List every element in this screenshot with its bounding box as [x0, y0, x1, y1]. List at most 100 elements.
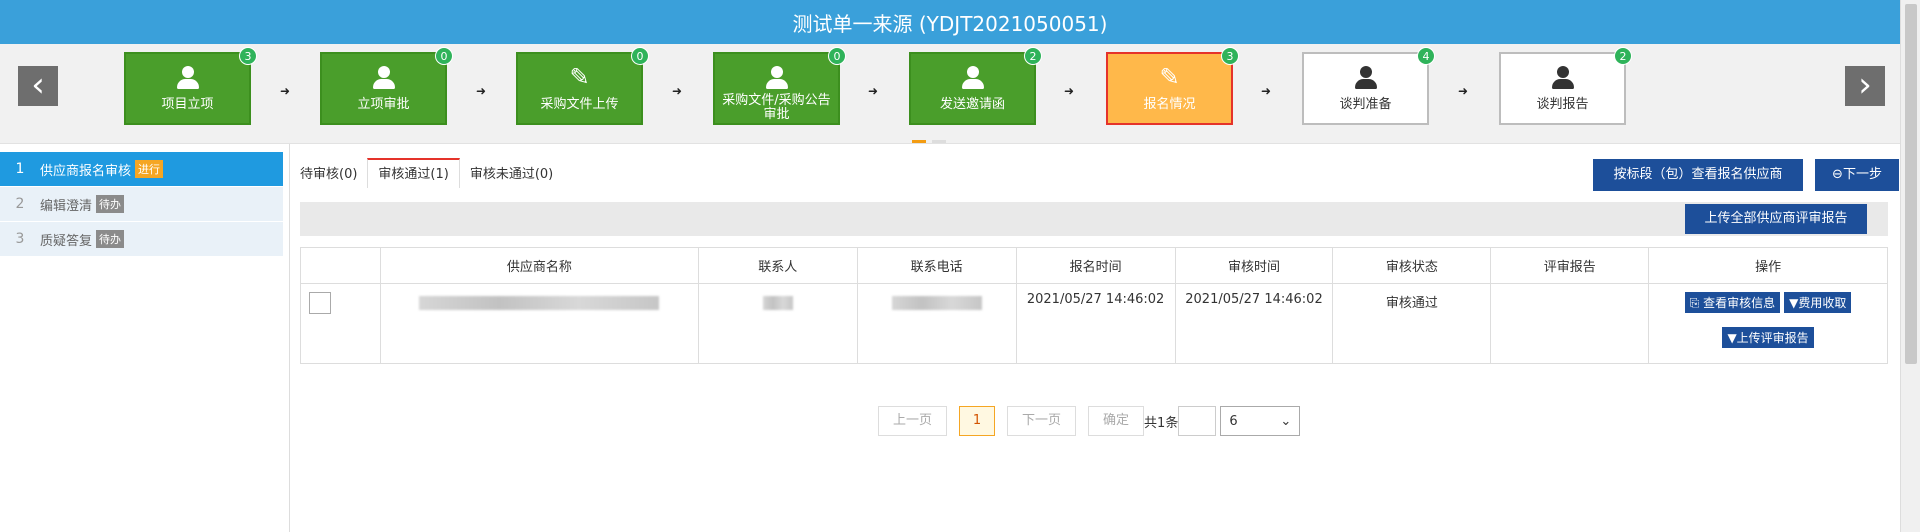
- sidebar: 1 供应商报名审核 进行 2 编辑澄清 待办 3 质疑答复 待办: [0, 152, 283, 257]
- count-badge: 3: [1221, 47, 1239, 65]
- view-by-section-button[interactable]: 按标段（包）查看报名供应商: [1593, 159, 1803, 191]
- step-doc-approval[interactable]: 采购文件/采购公告审批 0: [713, 47, 846, 125]
- redacted-phone: [891, 296, 982, 310]
- col-header-report: 评审报告: [1490, 247, 1650, 284]
- page-size-select[interactable]: 6 ⌄: [1220, 406, 1301, 436]
- page-number-input[interactable]: [1178, 406, 1217, 436]
- redacted-supplier-name: [419, 296, 660, 310]
- tab-approved[interactable]: 审核通过(1): [367, 158, 460, 188]
- supplier-table: 供应商名称 联系人 联系电话 报名时间 审核时间 审核状态 评审报告 操作 20…: [300, 247, 1888, 364]
- filter-icon: ▼: [1789, 296, 1799, 310]
- arrow-right-icon: ➜: [1261, 84, 1272, 98]
- count-badge: 0: [828, 47, 846, 65]
- step-label: 报名情况: [1143, 97, 1196, 112]
- upload-all-reports-button[interactable]: 上传全部供应商评审报告: [1685, 204, 1867, 234]
- sidebar-item-clarification[interactable]: 2 编辑澄清 待办: [0, 187, 283, 222]
- main-content: 待审核(0) 审核通过(1) 审核未通过(0) 按标段（包）查看报名供应商 ⊖下…: [289, 144, 1900, 532]
- step-label: 谈判报告: [1536, 97, 1589, 112]
- current-page[interactable]: 1: [959, 406, 996, 436]
- col-header-signup-time: 报名时间: [1015, 247, 1176, 284]
- item-number: 3: [15, 231, 25, 247]
- actions-cell: ⎘ 查看审核信息 ▼费用收取 ▼上传评审报告: [1648, 283, 1888, 364]
- col-header-contact: 联系人: [697, 247, 858, 284]
- item-number: 1: [15, 161, 25, 177]
- arrow-right-icon: ➜: [1064, 84, 1075, 98]
- col-header-status: 审核状态: [1332, 247, 1492, 284]
- arrow-right-icon: ➜: [672, 84, 683, 98]
- status-badge: 进行: [135, 160, 164, 178]
- step-label: 采购文件上传: [540, 97, 619, 112]
- chevron-down-icon: ⌄: [1280, 413, 1292, 429]
- vertical-scrollbar[interactable]: [1900, 0, 1920, 532]
- workflow-steps: ‹ 项目立项 3 ➜ 立项审批 0 ➜ ✎ 采购文件上传 0 ➜ 采购文件/采购…: [0, 44, 1900, 144]
- count-badge: 2: [1614, 47, 1632, 65]
- step-negotiation-report[interactable]: 谈判报告 2: [1499, 47, 1632, 125]
- redacted-contact: [762, 296, 793, 310]
- view-audit-label: 查看审核信息: [1703, 296, 1776, 310]
- item-label: 质疑答复: [40, 233, 93, 249]
- arrow-right-icon: ➜: [476, 84, 487, 98]
- step-doc-upload[interactable]: ✎ 采购文件上传 0: [516, 47, 649, 125]
- item-label: 编辑澄清: [40, 198, 93, 214]
- upload-report-label: 上传评审报告: [1736, 331, 1809, 345]
- step-label: 立项审批: [357, 97, 410, 112]
- tab-pending[interactable]: 待审核(0): [290, 158, 367, 188]
- col-header-audit-time: 审核时间: [1174, 247, 1334, 284]
- signup-time-cell: 2021/05/27 14:46:02: [1015, 283, 1176, 364]
- prev-page-button[interactable]: 上一页: [878, 406, 948, 436]
- audit-time-cell: 2021/05/27 14:46:02: [1174, 283, 1334, 364]
- col-header-supplier: 供应商名称: [379, 247, 699, 284]
- fee-label: 费用收取: [1798, 296, 1847, 310]
- person-icon: [1353, 66, 1379, 90]
- pagination: 上一页 1 下一页 确定 共1条 6 ⌄: [878, 406, 1301, 436]
- person-icon: [764, 66, 790, 90]
- arrow-right-icon: ➜: [868, 84, 879, 98]
- status-badge: 待办: [96, 195, 125, 213]
- person-icon: [175, 66, 201, 90]
- fee-button[interactable]: ▼费用收取: [1784, 292, 1852, 313]
- tab-bar: 待审核(0) 审核通过(1) 审核未通过(0): [290, 158, 563, 188]
- page-title: 测试单一来源 (YDJT2021050051): [0, 0, 1900, 44]
- toolbar-strip: [300, 202, 1888, 236]
- paperclip-icon: ⎘: [1689, 296, 1704, 310]
- next-arrow-button[interactable]: ›: [1845, 66, 1885, 106]
- step-registration[interactable]: ✎ 报名情况 3: [1106, 47, 1239, 125]
- report-cell: [1490, 283, 1650, 364]
- page-size-value: 6: [1229, 413, 1238, 429]
- step-project-setup[interactable]: 项目立项 3: [124, 47, 257, 125]
- status-cell: 审核通过: [1332, 283, 1492, 364]
- pencil-icon: ✎: [1159, 63, 1180, 91]
- table-row: 2021/05/27 14:46:02 2021/05/27 14:46:02 …: [300, 283, 1888, 364]
- count-badge: 0: [435, 47, 453, 65]
- prev-arrow-button[interactable]: ‹: [18, 66, 58, 106]
- person-icon: [960, 66, 986, 90]
- step-approval[interactable]: 立项审批 0: [320, 47, 453, 125]
- confirm-button[interactable]: 确定: [1088, 406, 1145, 436]
- step-send-invitation[interactable]: 发送邀请函 2: [909, 47, 1042, 125]
- count-badge: 2: [1024, 47, 1042, 65]
- step-label: 项目立项: [161, 97, 214, 112]
- sidebar-item-query-reply[interactable]: 3 质疑答复 待办: [0, 222, 283, 257]
- arrow-right-icon: ➜: [1458, 84, 1469, 98]
- next-step-button[interactable]: ⊖下一步: [1815, 159, 1899, 191]
- col-header-select: [300, 247, 381, 284]
- count-badge: 4: [1417, 47, 1435, 65]
- pencil-icon: ✎: [569, 63, 590, 91]
- row-checkbox[interactable]: [309, 292, 331, 314]
- count-badge: 3: [239, 47, 257, 65]
- next-page-button[interactable]: 下一页: [1007, 406, 1077, 436]
- col-header-phone: 联系电话: [856, 247, 1017, 284]
- step-label: 采购文件/采购公告审批: [722, 93, 831, 122]
- status-badge: 待办: [96, 230, 125, 248]
- step-label: 发送邀请函: [939, 97, 1005, 112]
- view-audit-button[interactable]: ⎘ 查看审核信息: [1684, 292, 1781, 313]
- upload-report-button[interactable]: ▼上传评审报告: [1722, 327, 1814, 348]
- sidebar-item-supplier-review[interactable]: 1 供应商报名审核 进行: [0, 152, 283, 187]
- tab-rejected[interactable]: 审核未通过(0): [460, 158, 563, 188]
- scrollbar-thumb[interactable]: [1905, 4, 1917, 364]
- arrow-right-icon: ➜: [280, 84, 291, 98]
- item-label: 供应商报名审核: [40, 163, 132, 179]
- person-icon: [371, 66, 397, 90]
- step-negotiation-prep[interactable]: 谈判准备 4: [1302, 47, 1435, 125]
- filter-icon: ▼: [1727, 331, 1737, 345]
